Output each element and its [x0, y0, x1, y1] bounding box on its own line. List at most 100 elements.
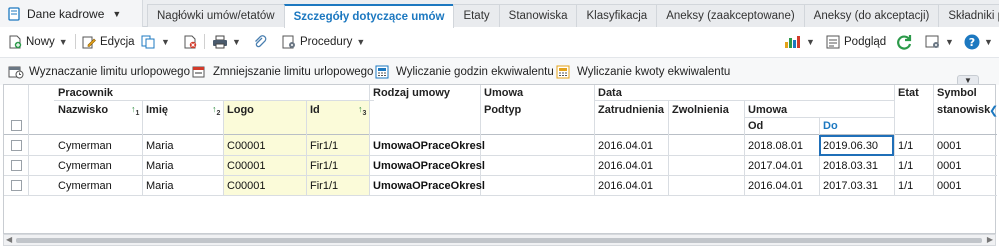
- action-label: Wyznaczanie limitu urlopowego: [29, 66, 190, 78]
- header-id[interactable]: Id: [310, 104, 320, 116]
- column-divider: [306, 100, 307, 195]
- tab-szczegoly[interactable]: Szczegóły dotyczące umów: [283, 4, 455, 28]
- row-divider: [4, 195, 997, 196]
- header-rodzaj-umowy[interactable]: Rodzaj umowy: [373, 87, 450, 99]
- cell-etat[interactable]: 1/1: [898, 140, 913, 152]
- module-selector[interactable]: Dane kadrowe ▼: [0, 0, 143, 27]
- delete-button[interactable]: [183, 31, 197, 52]
- tab-stanowiska[interactable]: Stanowiska: [498, 4, 578, 27]
- copy-button[interactable]: ▼: [141, 31, 170, 52]
- cell-do[interactable]: 2018.03.31: [823, 160, 878, 172]
- cell-do[interactable]: 2019.06.30: [823, 140, 878, 152]
- procedures-button[interactable]: Procedury ▼: [282, 31, 365, 52]
- column-divider: [933, 85, 934, 195]
- tab-naglowki[interactable]: Nagłówki umów/etatów: [147, 4, 285, 27]
- cell-nazwisko[interactable]: Cymerman: [58, 160, 112, 172]
- cell-symbol[interactable]: 0001: [937, 160, 961, 172]
- action-wyliczanie-kwoty[interactable]: Wyliczanie kwoty ekwiwalentu: [556, 63, 730, 81]
- scrollbar-thumb[interactable]: [16, 238, 982, 243]
- action-wyznaczanie-limitu[interactable]: Wyznaczanie limitu urlopowego: [8, 63, 190, 81]
- header-nazwisko[interactable]: Nazwisko: [58, 104, 108, 116]
- header-zatrudnienia[interactable]: Zatrudnienia: [598, 104, 664, 116]
- column-divider: [28, 85, 29, 195]
- cell-od[interactable]: 2016.04.01: [748, 180, 803, 192]
- action-label: Wyliczanie kwoty ekwiwalentu: [577, 66, 731, 78]
- tab-aneksy-do-akceptacji[interactable]: Aneksy (do akceptacji): [803, 4, 940, 27]
- row-checkbox[interactable]: [11, 160, 22, 171]
- header-logo[interactable]: Logo: [227, 104, 254, 116]
- header-umowa-group: Umowa: [748, 104, 788, 116]
- header-imie[interactable]: Imię: [146, 104, 168, 116]
- horizontal-scrollbar[interactable]: ◀ ▶: [3, 234, 996, 246]
- cell-logo[interactable]: C00001: [227, 140, 266, 152]
- chevron-down-icon: ▼: [984, 36, 993, 47]
- column-divider: [594, 85, 595, 195]
- cell-zatrudnienia[interactable]: 2016.04.01: [598, 180, 653, 192]
- header-stanowisko[interactable]: stanowisk: [937, 104, 990, 116]
- book-icon: [8, 6, 20, 21]
- cell-id[interactable]: Fir1/1: [310, 160, 338, 172]
- header-etat[interactable]: Etat: [898, 87, 919, 99]
- cell-symbol[interactable]: 0001: [937, 180, 961, 192]
- header-do[interactable]: Do: [823, 120, 838, 132]
- cell-od[interactable]: 2017.04.01: [748, 160, 803, 172]
- delete-document-icon: [184, 35, 197, 48]
- action-wyliczanie-godzin[interactable]: Wyliczanie godzin ekwiwalentu: [375, 63, 554, 81]
- edit-button[interactable]: Edycja: [82, 31, 135, 52]
- header-zwolnienia[interactable]: Zwolnienia: [672, 104, 729, 116]
- tab-etaty[interactable]: Etaty: [453, 4, 500, 27]
- new-document-icon: [9, 35, 22, 48]
- refresh-button[interactable]: [895, 31, 913, 52]
- header-divider: [54, 100, 374, 101]
- new-button[interactable]: Nowy ▼: [8, 31, 68, 52]
- cell-imie[interactable]: Maria: [146, 180, 174, 192]
- preview-button[interactable]: Podgląd: [826, 31, 886, 52]
- cell-id[interactable]: Fir1/1: [310, 140, 338, 152]
- toolbar-divider: [204, 34, 205, 49]
- tab-klasyfikacja[interactable]: Klasyfikacja: [576, 4, 658, 27]
- cell-symbol[interactable]: 0001: [937, 140, 961, 152]
- settings-button[interactable]: ▼: [925, 31, 954, 52]
- cell-nazwisko[interactable]: Cymerman: [58, 180, 112, 192]
- attachment-button[interactable]: [253, 31, 267, 52]
- chart-button[interactable]: ▼: [784, 31, 815, 52]
- cell-zatrudnienia[interactable]: 2016.04.01: [598, 160, 653, 172]
- svg-text:?: ?: [969, 36, 975, 49]
- cell-rodzaj-umowy[interactable]: UmowaOPraceOkresl: [373, 180, 485, 192]
- cell-rodzaj-umowy[interactable]: UmowaOPraceOkresl: [373, 140, 485, 152]
- row-checkbox[interactable]: [11, 180, 22, 191]
- cell-etat[interactable]: 1/1: [898, 180, 913, 192]
- cell-zatrudnienia[interactable]: 2016.04.01: [598, 140, 653, 152]
- edit-pencil-icon: [82, 36, 96, 48]
- header-symbol[interactable]: Symbol: [937, 87, 977, 99]
- cell-imie[interactable]: Maria: [146, 140, 174, 152]
- cell-logo[interactable]: C00001: [227, 160, 266, 172]
- cell-nazwisko[interactable]: Cymerman: [58, 140, 112, 152]
- help-button[interactable]: ? ▼: [964, 31, 993, 52]
- chevron-left-icon[interactable]: ❮: [989, 104, 998, 117]
- select-all-checkbox[interactable]: [11, 120, 22, 131]
- help-icon: ?: [964, 34, 980, 49]
- header-podtyp[interactable]: Podtyp: [484, 104, 521, 116]
- main-toolbar: Nowy ▼ Edycja ▼ ▼ Procedury ▼ ▼ Podgląd …: [0, 28, 999, 55]
- print-button[interactable]: ▼: [212, 31, 241, 52]
- edit-button-label: Edycja: [100, 35, 135, 48]
- calculator-amount-icon: [556, 65, 570, 79]
- column-divider: [668, 100, 669, 195]
- row-checkbox[interactable]: [11, 140, 22, 151]
- cell-rodzaj-umowy[interactable]: UmowaOPraceOkresl: [373, 160, 485, 172]
- cell-do[interactable]: 2017.03.31: [823, 180, 878, 192]
- cell-id[interactable]: Fir1/1: [310, 180, 338, 192]
- cell-imie[interactable]: Maria: [146, 160, 174, 172]
- cell-logo[interactable]: C00001: [227, 180, 266, 192]
- calendar-clock-icon: [8, 66, 24, 79]
- tab-list: Nagłówki umów/etatów Szczegóły dotyczące…: [147, 4, 999, 28]
- tab-skladniki[interactable]: Składniki p: [938, 4, 999, 27]
- scroll-right-icon[interactable]: ▶: [987, 235, 993, 244]
- cell-etat[interactable]: 1/1: [898, 160, 913, 172]
- cell-od[interactable]: 2018.08.01: [748, 140, 803, 152]
- action-zmniejszanie-limitu[interactable]: Zmniejszanie limitu urlopowego: [192, 63, 373, 81]
- header-od[interactable]: Od: [748, 120, 763, 132]
- scroll-left-icon[interactable]: ◀: [6, 235, 12, 244]
- tab-aneksy-zaakceptowane[interactable]: Aneksy (zaakceptowane): [656, 4, 805, 27]
